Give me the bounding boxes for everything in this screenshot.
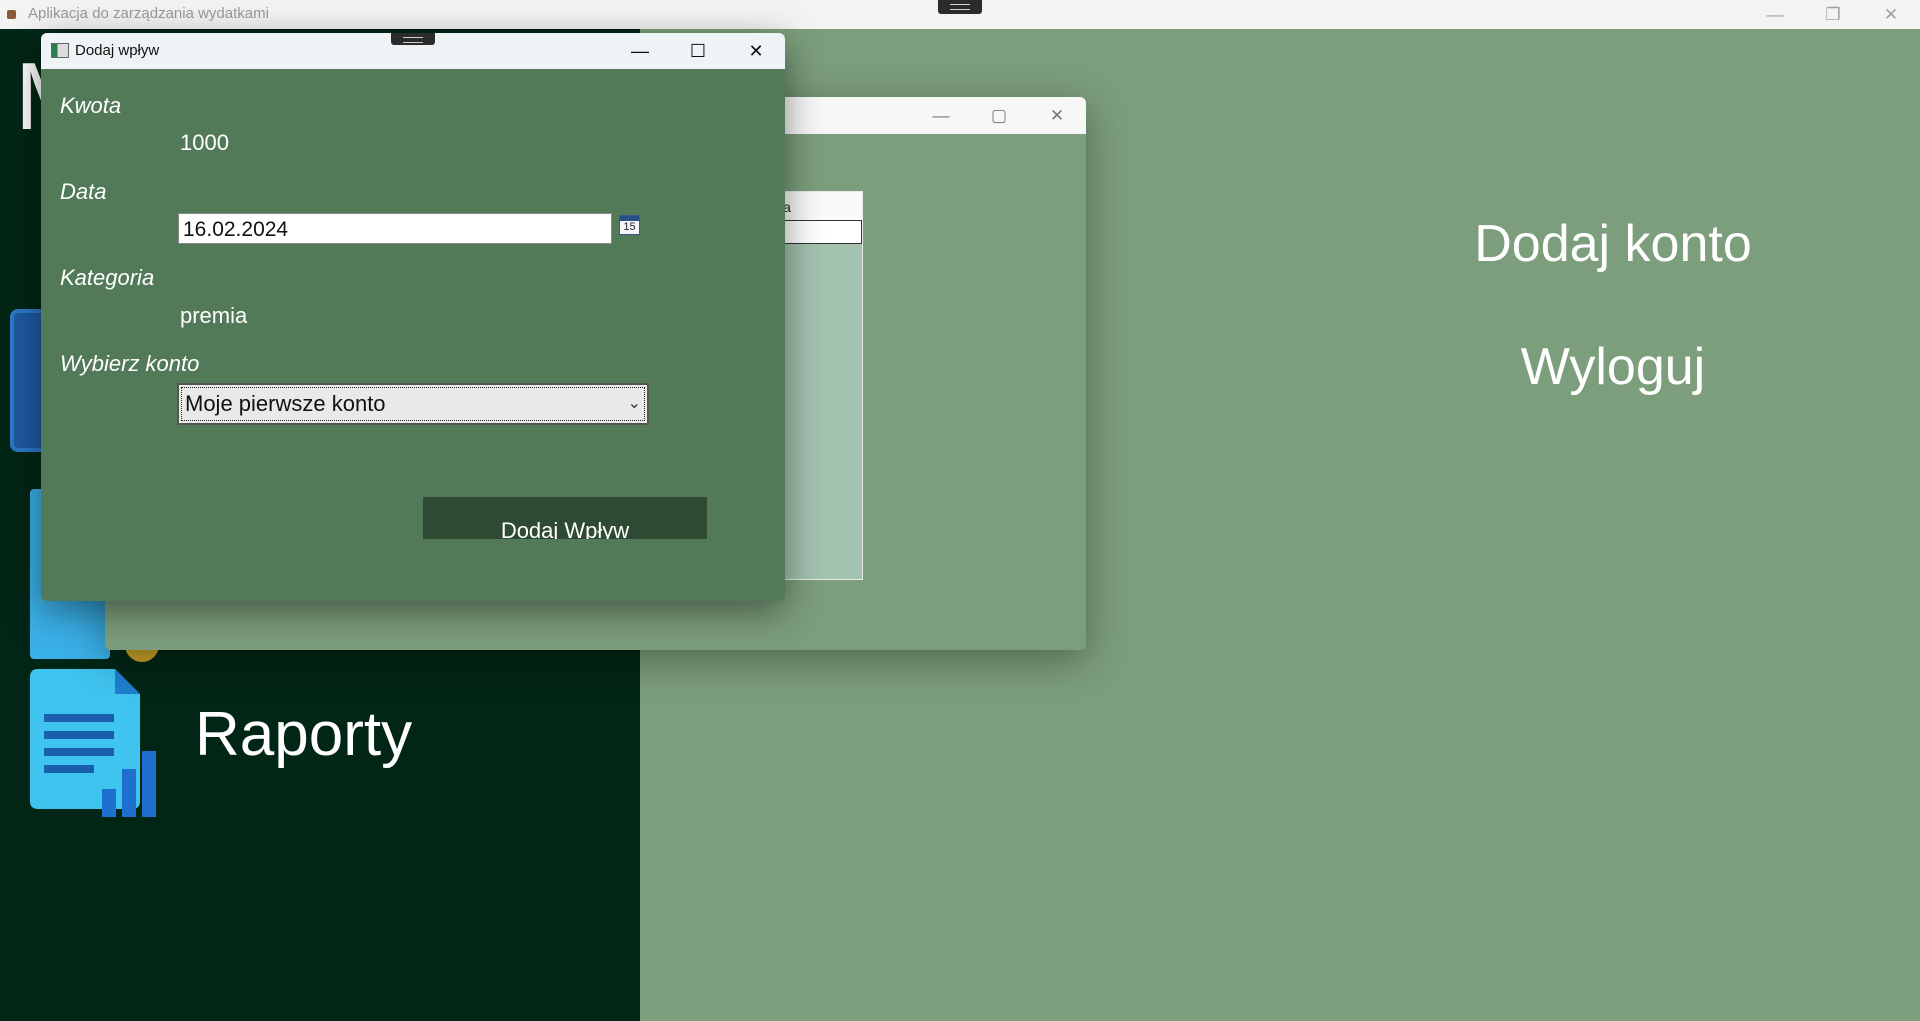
category-label: Kategoria [60,265,155,290]
maximize-button[interactable]: ▢ [970,97,1028,134]
add-income-button[interactable]: Dodaj Wpływ [423,497,707,539]
add-account-button[interactable]: Dodaj konto [1383,214,1843,274]
account-select[interactable]: Moje pierwsze konto ⌄ [177,383,649,425]
amount-value: 1000 [180,130,229,155]
sidebar-item-reports[interactable]: Raporty [30,669,630,839]
calendar-icon[interactable]: 15 [619,215,640,235]
app-title: Aplikacja do zarządzania wydatkami [28,5,269,22]
window-icon [51,43,69,58]
report-document-icon [30,669,156,817]
minimize-button[interactable]: — [611,33,669,69]
add-income-button-label: Dodaj Wpływ [500,518,630,539]
snap-grip-handle[interactable] [391,33,435,45]
snap-grip-handle[interactable] [938,0,982,14]
dialog-titlebar: Dodaj wpływ — ☐ ✕ [41,33,785,69]
main-titlebar: Aplikacja do zarządzania wydatkami — ❐ ✕ [0,0,1920,29]
minimize-button[interactable]: — [912,97,970,134]
close-button[interactable]: ✕ [1028,97,1086,134]
minimize-button[interactable]: — [1746,0,1804,29]
logout-button[interactable]: Wyloguj [1383,337,1843,397]
account-label: Wybierz konto [60,351,200,376]
maximize-button[interactable]: ☐ [669,33,727,69]
category-value: premia [180,303,248,328]
date-input[interactable]: 16.02.2024 [178,213,612,244]
date-label: Data [60,179,107,204]
app-icon [7,10,16,19]
chevron-down-icon: ⌄ [627,395,641,412]
sidebar-item-label: Raporty [195,700,413,769]
restore-button[interactable]: ❐ [1804,0,1862,29]
amount-label: Kwota [60,93,122,118]
add-income-dialog: Dodaj wpływ — ☐ ✕ Kwota 1000 Data 16.02.… [41,33,785,601]
account-select-value: Moje pierwsze konto [185,391,386,416]
dialog-title: Dodaj wpływ [75,42,160,59]
close-button[interactable]: ✕ [727,33,785,69]
close-button[interactable]: ✕ [1862,0,1920,29]
